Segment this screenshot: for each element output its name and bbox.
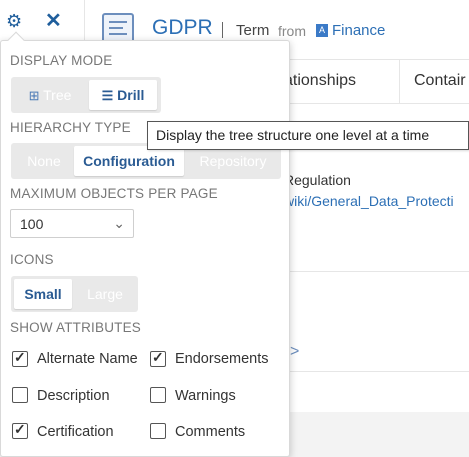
comments-checkbox[interactable]: [150, 423, 166, 439]
endorsements-label: Endorsements: [175, 351, 269, 367]
check-icon: ✓: [152, 349, 164, 365]
tooltip: Display the tree structure one level at …: [147, 121, 469, 150]
max-objects-select[interactable]: 100 ⌄: [10, 209, 134, 238]
hierarchy-none[interactable]: None: [14, 146, 74, 176]
alternate-name-checkbox[interactable]: ✓: [12, 349, 28, 367]
tab-divider: [399, 60, 400, 104]
certification-checkbox[interactable]: ✓: [12, 421, 28, 439]
domain-icon: A: [316, 24, 328, 37]
display-mode-drill[interactable]: ☰ Drill: [89, 80, 157, 110]
from-label: from: [278, 23, 306, 39]
settings-panel: DISPLAY MODE ⊞ Tree ☰ Drill HIERARCHY TY…: [0, 40, 290, 457]
drill-icon: ☰: [101, 88, 114, 103]
display-mode-toggle: ⊞ Tree ☰ Drill: [11, 77, 161, 113]
check-icon: ✓: [14, 349, 26, 365]
object-title: GDPR: [152, 16, 213, 39]
chevron-down-icon: ⌄: [113, 215, 125, 231]
icons-large[interactable]: Large: [75, 279, 135, 309]
hierarchy-type-title: HIERARCHY TYPE: [10, 120, 131, 135]
tab-contains[interactable]: Contair: [414, 72, 466, 90]
footer-strip: [286, 412, 469, 457]
warnings-label: Warnings: [175, 388, 236, 404]
field-link[interactable]: wiki/General_Data_Protecti: [284, 193, 454, 209]
show-attributes-title: SHOW ATTRIBUTES: [10, 320, 142, 335]
endorsements-checkbox[interactable]: ✓: [150, 349, 166, 367]
domain-link[interactable]: Finance: [332, 22, 385, 39]
tab-relationships[interactable]: ationships: [284, 72, 356, 90]
object-type: Term: [236, 22, 270, 39]
icons-toggle: Small Large: [11, 276, 138, 312]
chevron-right-icon[interactable]: >: [290, 343, 299, 361]
icons-small[interactable]: Small: [14, 279, 72, 309]
warnings-checkbox[interactable]: [150, 387, 166, 403]
hierarchy-repository[interactable]: Repository: [187, 146, 279, 176]
certification-label: Certification: [37, 424, 114, 440]
alternate-name-label: Alternate Name: [37, 351, 138, 367]
gear-icon[interactable]: ⚙: [6, 12, 24, 30]
comments-label: Comments: [175, 424, 246, 440]
divider: [286, 371, 469, 372]
display-mode-tree[interactable]: ⊞ Tree: [14, 80, 86, 110]
icons-title: ICONS: [10, 252, 54, 267]
title-separator: [222, 22, 223, 38]
description-label: Description: [37, 388, 110, 404]
max-objects-value: 100: [20, 216, 44, 232]
tree-icon: ⊞: [28, 88, 40, 103]
check-icon: ✓: [14, 421, 26, 437]
description-checkbox[interactable]: [12, 387, 28, 403]
max-objects-title: MAXIMUM OBJECTS PER PAGE: [10, 186, 218, 201]
close-icon[interactable]: ✕: [45, 11, 63, 31]
divider: [286, 271, 469, 272]
display-mode-title: DISPLAY MODE: [10, 53, 113, 68]
field-label: Regulation: [284, 172, 351, 188]
hierarchy-configuration[interactable]: Configuration: [74, 146, 184, 176]
